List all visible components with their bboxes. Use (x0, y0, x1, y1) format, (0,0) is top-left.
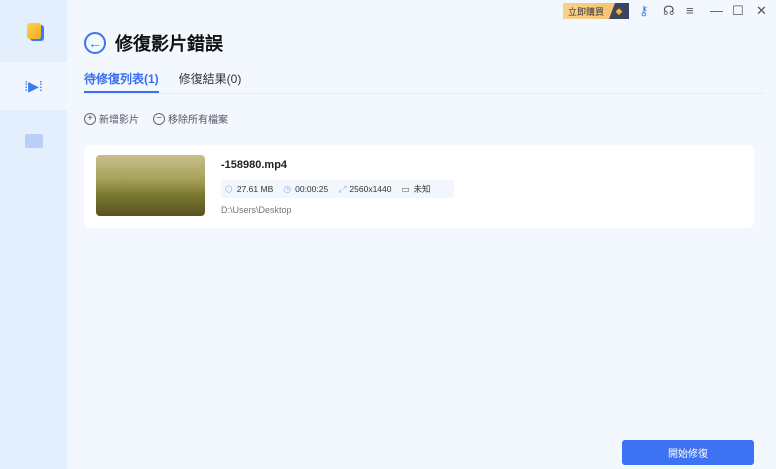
buy-now-button[interactable]: 立即購買 ◆ (563, 3, 629, 19)
file-duration: 00:00:25 (295, 184, 329, 194)
resolution-icon: ⤢ (338, 183, 346, 194)
sidebar-item-video-repair[interactable]: ⁞▶⁞ (0, 62, 67, 110)
remove-all-label: 移除所有檔案 (168, 115, 228, 126)
remove-all-button[interactable]: − 移除所有檔案 (153, 111, 228, 126)
minus-circle-icon: − (153, 112, 165, 125)
plus-circle-icon: + (84, 112, 96, 125)
file-path: D:\Users\Desktop (221, 205, 292, 215)
video-thumbnail (96, 155, 205, 216)
add-video-button[interactable]: + 新增影片 (84, 111, 139, 126)
sidebar-item-home[interactable] (0, 0, 67, 62)
divider (84, 93, 764, 94)
app-logo-icon (26, 23, 41, 39)
close-icon[interactable]: ✕ (756, 3, 767, 19)
sidebar-item-photo-repair[interactable] (0, 115, 67, 167)
video-icon: ⁞▶⁞ (24, 77, 43, 94)
file-resolution: 2560x1440 (349, 184, 392, 194)
video-file-card[interactable]: -158980.mp4 ⬡ 27.61 MB ◷ 00:00:25 ⤢ 2560x14… (84, 145, 754, 228)
back-button[interactable]: ← (84, 32, 106, 54)
menu-icon[interactable]: ≡ (686, 3, 694, 18)
headset-icon[interactable]: ☊ (663, 3, 675, 19)
maximize-icon[interactable]: ☐ (732, 3, 744, 19)
buy-label: 立即購買 (568, 6, 605, 17)
file-name: -158980.mp4 (221, 159, 288, 171)
diamond-icon: ◆ (609, 3, 629, 19)
cube-icon: ⬡ (225, 183, 233, 194)
key-icon[interactable]: ⚷ (639, 3, 649, 19)
start-repair-button[interactable]: 開始修復 (622, 440, 754, 465)
image-icon (24, 134, 43, 148)
tab-repair-results[interactable]: 修復結果(0) (179, 69, 242, 94)
sidebar: ⁞▶⁞ (0, 0, 67, 469)
tab-pending-list[interactable]: 待修復列表(1) (84, 69, 159, 94)
file-size: 27.61 MB (236, 184, 274, 194)
camera-icon: ▭ (401, 183, 410, 194)
add-video-label: 新增影片 (99, 115, 139, 126)
page-title: 修復影片錯誤 (115, 34, 223, 54)
file-codec: 未知 (413, 184, 431, 194)
minimize-icon[interactable]: — (710, 3, 723, 18)
clock-icon: ◷ (283, 183, 292, 194)
